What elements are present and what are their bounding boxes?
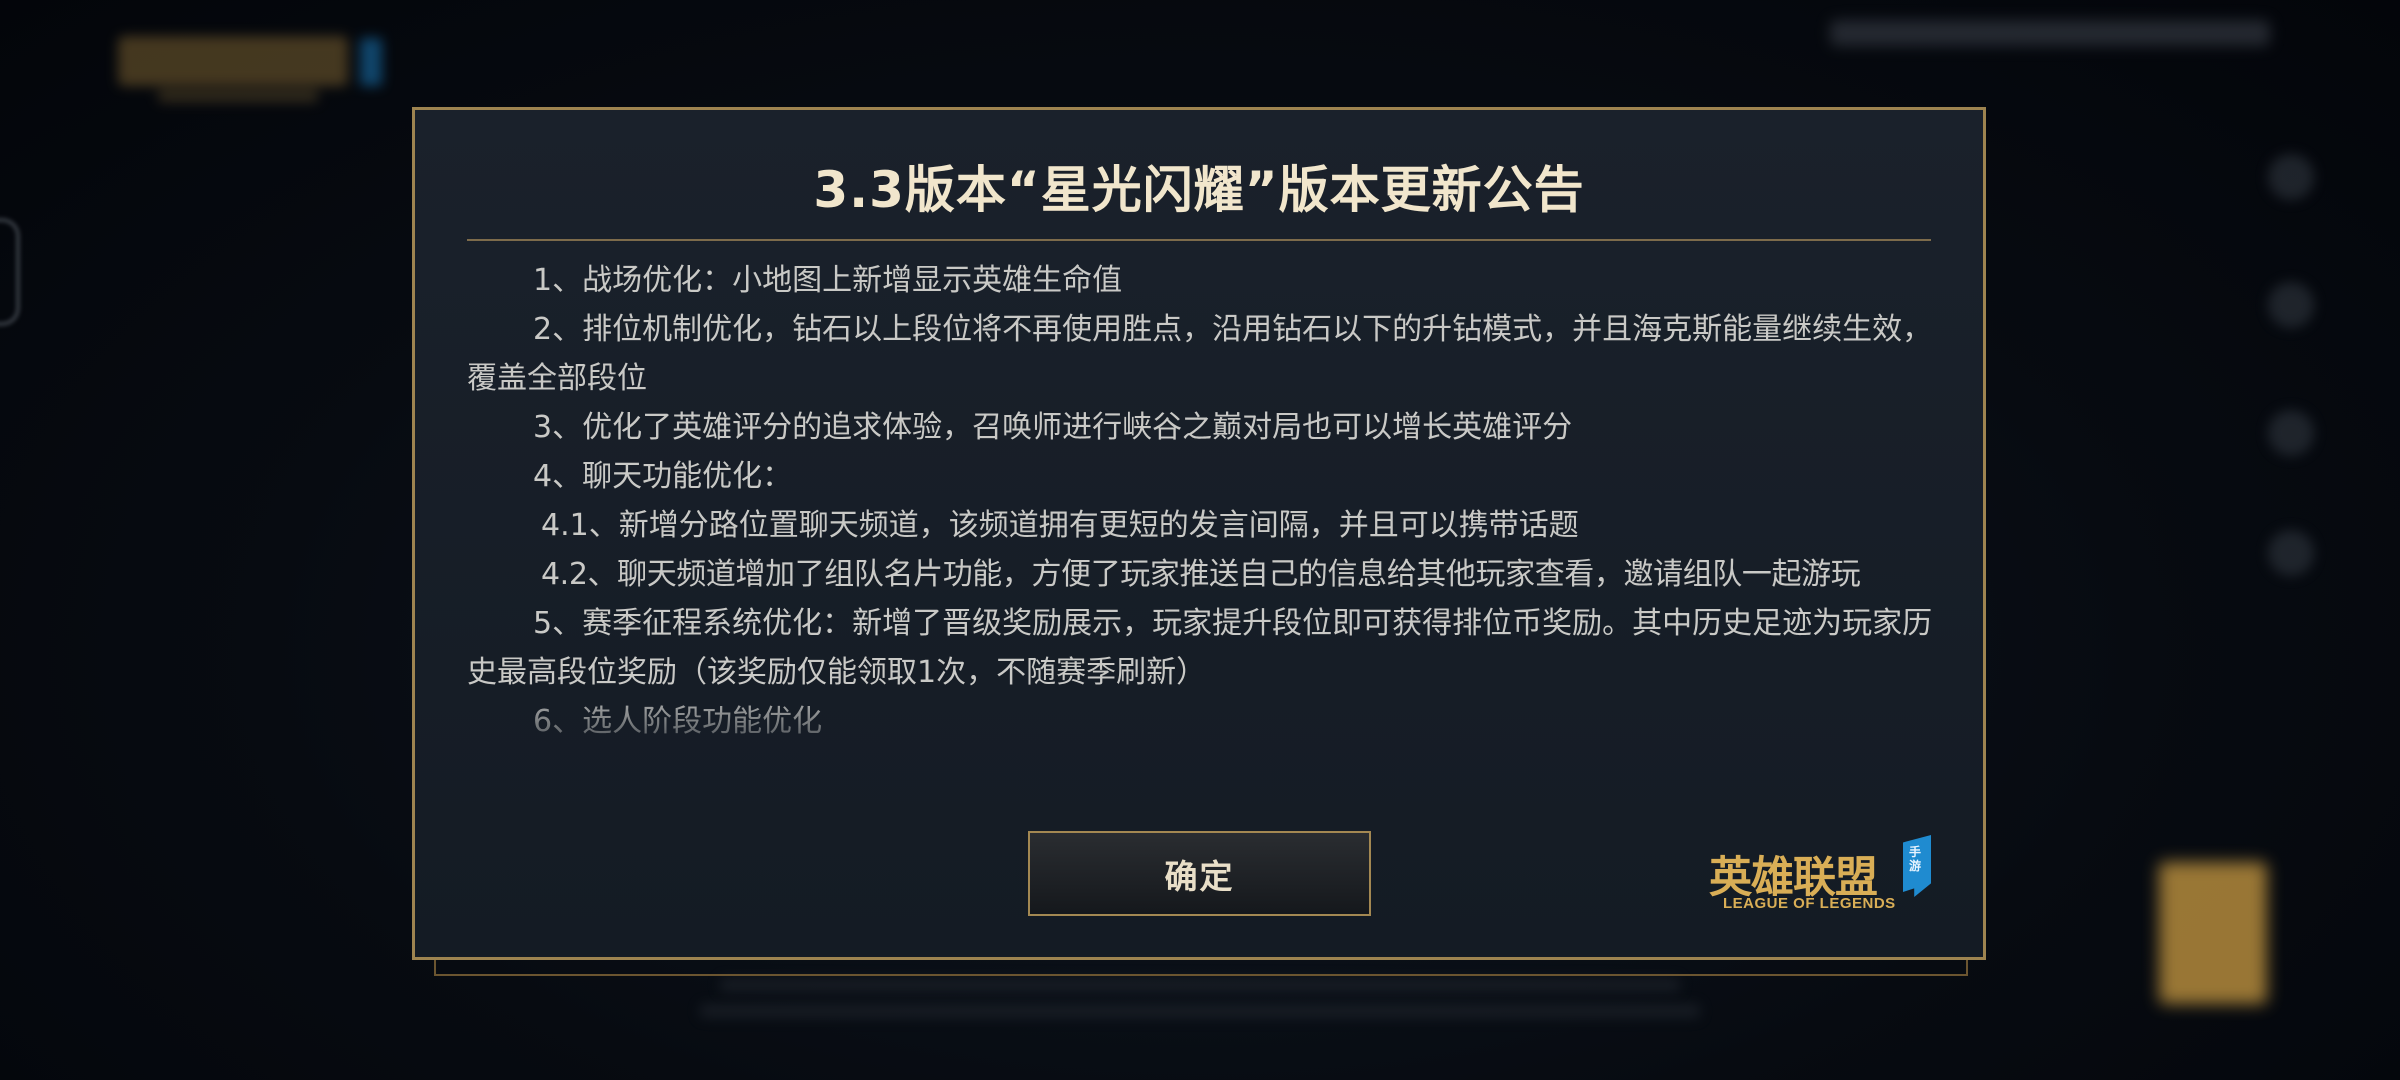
background-phone-button xyxy=(2268,282,2314,328)
dialog-title: 3.3版本“星光闪耀”版本更新公告 xyxy=(813,161,1585,219)
league-of-legends-logo: 英雄联盟 LEAGUE OF LEGENDS 手游 xyxy=(1695,835,1945,920)
background-exit-button xyxy=(2268,530,2314,576)
brand-name-en: LEAGUE OF LEGENDS xyxy=(1723,895,1896,912)
background-event-card xyxy=(2159,862,2267,1004)
announcement-item: 1、战场优化：小地图上新增显示英雄生命值 xyxy=(533,263,1123,298)
announcement-item: 3、优化了英雄评分的追求体验，召唤师进行峡谷之巅对局也可以增长英雄评分 xyxy=(533,410,1573,445)
announcement-subitem: 4.1、新增分路位置聊天频道，该频道拥有更短的发言间隔，并且可以携带话题 xyxy=(541,508,1579,543)
announcement-item: 2、排位机制优化，钻石以上段位将不再使用胜点，沿用钻石以下的升钻模式，并且海克斯… xyxy=(467,312,1933,396)
announcement-item: 5、赛季征程系统优化：新增了晋级奖励展示，玩家提升段位即可获得排位币奖励。其中历… xyxy=(467,606,1933,690)
announcement-item: 6、选人阶段功能优化 xyxy=(533,704,823,739)
background-footer-line-2 xyxy=(700,1004,1700,1018)
mobile-flag-icon: 手游 xyxy=(1903,835,1931,897)
announcement-subitem: 4.2、聊天频道增加了组队名片功能，方便了玩家推送自己的信息给其他玩家查看，邀请… xyxy=(541,557,1861,592)
background-settings-button xyxy=(2268,410,2314,456)
update-announcement-dialog: 3.3版本“星光闪耀”版本更新公告 1、战场优化：小地图上新增显示英雄生命值 2… xyxy=(412,107,1986,960)
title-divider xyxy=(467,239,1931,241)
confirm-button[interactable]: 确定 xyxy=(1028,831,1371,916)
background-version-info xyxy=(1830,20,2270,46)
announcement-item: 4、聊天功能优化： xyxy=(533,459,793,494)
background-left-tab xyxy=(0,218,20,326)
background-footer-line-1 xyxy=(720,978,1680,992)
background-game-logo xyxy=(118,36,388,106)
announcement-content[interactable]: 1、战场优化：小地图上新增显示英雄生命值 2、排位机制优化，钻石以上段位将不再使… xyxy=(467,256,1935,856)
background-side-button xyxy=(2268,154,2314,200)
